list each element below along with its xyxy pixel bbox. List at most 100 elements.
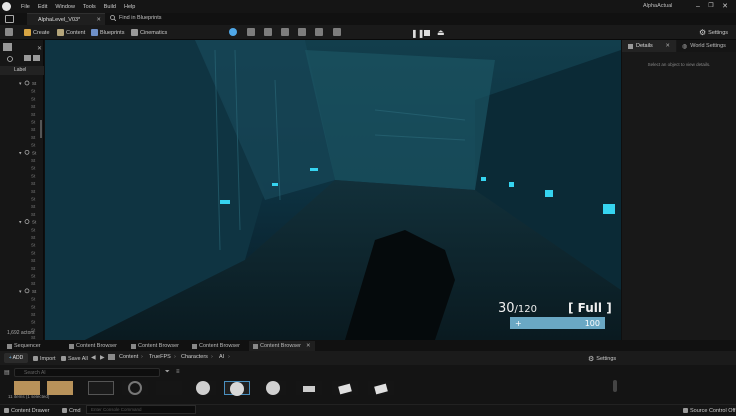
content-search-placeholder: Search AI	[24, 369, 46, 376]
breadcrumb-separator-icon: ›	[211, 354, 213, 360]
tab-find-in-blueprints[interactable]: Find in Blueprints	[110, 15, 162, 21]
foliage-mode-icon[interactable]	[264, 28, 272, 36]
source-control-button[interactable]: Source Control Off	[683, 406, 735, 415]
blueprints-label: Blueprints	[100, 29, 125, 36]
tab-world-settings[interactable]: ◍ World Settings	[677, 40, 736, 52]
landscape-mode-icon[interactable]	[247, 28, 255, 36]
unreal-logo-icon[interactable]	[0, 0, 13, 13]
blueprints-button[interactable]: Blueprints	[91, 28, 124, 37]
content-settings-button[interactable]: ⚙ Settings	[588, 354, 616, 363]
breadcrumb-characters[interactable]: Characters	[181, 354, 208, 360]
folder-thumbnail[interactable]	[14, 381, 40, 395]
add-button[interactable]: + ADD	[4, 353, 28, 363]
tab-details[interactable]: Details ✕	[622, 40, 676, 52]
breadcrumb-separator-icon: ›	[228, 354, 230, 360]
details-panel	[622, 40, 736, 340]
content-scrollbar[interactable]	[613, 380, 617, 392]
menu-build[interactable]: Build	[104, 4, 116, 10]
outliner-tree: ✕ ▾ St St St St St St St St St ▾ St St St St St St St St St…	[0, 43, 44, 356]
label-column-header[interactable]: Label	[14, 67, 26, 73]
tab-content-browser-2[interactable]: Content Browser	[127, 341, 183, 351]
breadcrumb-truefps[interactable]: TrueFPS	[149, 354, 171, 360]
content-browser-3-label: Content Browser	[199, 343, 240, 349]
eject-icon[interactable]: ⏏	[437, 28, 445, 37]
sources-toggle-icon[interactable]: ▤	[4, 369, 10, 376]
tab-content-browser-3[interactable]: Content Browser	[188, 341, 244, 351]
asset-thumbnail[interactable]	[88, 381, 114, 395]
tree-row-label: St	[31, 212, 36, 217]
tree-row-label: St	[31, 227, 36, 232]
console-command-input[interactable]: Enter Console Command	[86, 405, 196, 414]
menu-help[interactable]: Help	[124, 4, 135, 10]
history-back-icon[interactable]: ◀	[91, 354, 96, 361]
tree-row-label: St	[31, 173, 36, 178]
tab-content-browser-4[interactable]: Content Browser ✕	[249, 341, 315, 351]
level-viewport[interactable]	[45, 40, 621, 340]
close-details-icon[interactable]: ✕	[665, 43, 670, 49]
import-button[interactable]: Import	[33, 354, 56, 363]
cinematics-button[interactable]: Cinematics	[131, 28, 167, 37]
maximize-icon[interactable]: ❐	[706, 2, 716, 11]
items-info: 11 items (1 selected)	[8, 394, 50, 399]
asset-thumbnail[interactable]	[332, 381, 358, 395]
source-control-label: Source Control Off	[690, 407, 736, 414]
tree-row-label: St	[32, 150, 37, 155]
close-content-browser-icon[interactable]: ✕	[306, 343, 311, 349]
menu-file[interactable]: File	[21, 4, 30, 10]
import-icon	[33, 356, 38, 361]
tree-expand-icon: ▾	[19, 81, 22, 87]
asset-thumbnail[interactable]	[368, 381, 394, 395]
save-all-button[interactable]: Save All	[61, 354, 88, 363]
asset-thumbnail[interactable]	[156, 381, 182, 395]
settings-button[interactable]: ⚙ Settings	[699, 28, 728, 37]
outliner-scrollbar	[40, 120, 42, 138]
folder-add-icon	[24, 55, 31, 61]
outliner-settings-icon	[33, 55, 40, 61]
close-window-icon[interactable]: ✕	[720, 2, 730, 11]
history-forward-icon[interactable]: ▶	[100, 354, 105, 361]
details-icon	[628, 43, 633, 49]
modeling-mode-icon[interactable]	[298, 28, 306, 36]
sphere-icon	[230, 382, 244, 396]
menu-tools[interactable]: Tools	[83, 4, 96, 10]
folder-thumbnail[interactable]	[47, 381, 73, 395]
brush-edit-icon[interactable]	[333, 28, 341, 36]
fracture-mode-icon[interactable]	[315, 28, 323, 36]
tree-row-label: St	[31, 158, 36, 163]
tab-content-browser-1[interactable]: Content Browser	[65, 341, 121, 351]
tab-level[interactable]: AlphaLevel_V03* ✕	[27, 13, 105, 25]
selected-asset-thumbnail[interactable]	[224, 381, 250, 396]
mesh-paint-icon[interactable]	[281, 28, 289, 36]
blueprint-icon	[91, 29, 98, 36]
breadcrumb-ai[interactable]: AI	[219, 354, 224, 360]
tree-row-label: St	[31, 235, 36, 240]
card-icon	[338, 383, 352, 395]
pause-icon[interactable]: ❚❚	[411, 29, 424, 38]
tree-row-label: St	[31, 89, 36, 94]
asset-thumbnail[interactable]	[122, 381, 148, 395]
minimize-icon[interactable]: –	[693, 2, 703, 11]
close-tab-icon[interactable]: ✕	[96, 17, 101, 23]
health-bar: + 100	[510, 317, 605, 329]
filter-icon[interactable]: ⏷	[165, 369, 170, 376]
save-icon[interactable]	[5, 28, 13, 36]
close-outliner-icon: ✕	[37, 46, 42, 52]
menu-edit[interactable]: Edit	[38, 4, 47, 10]
select-mode-icon[interactable]	[229, 28, 237, 36]
content-browser-icon	[131, 343, 136, 349]
content-search-input[interactable]: Search AI	[14, 368, 160, 377]
breadcrumb-content[interactable]: Content	[119, 354, 138, 360]
content-button[interactable]: Content	[57, 28, 85, 37]
create-button[interactable]: Create	[24, 28, 50, 37]
asset-thumbnail[interactable]	[296, 381, 322, 395]
tab-sequencer[interactable]: Sequencer	[3, 341, 45, 351]
menu-window[interactable]: Window	[55, 4, 75, 10]
content-drawer-button[interactable]: Content Drawer	[4, 406, 50, 415]
cmd-button[interactable]: Cmd	[62, 406, 81, 415]
tree-row-label: St	[31, 320, 36, 325]
view-options-icon[interactable]: ≡	[176, 369, 180, 375]
tree-row-label: St	[31, 120, 36, 125]
asset-thumbnail[interactable]	[260, 381, 286, 395]
stop-icon[interactable]	[424, 30, 430, 36]
asset-thumbnail[interactable]	[190, 381, 216, 395]
